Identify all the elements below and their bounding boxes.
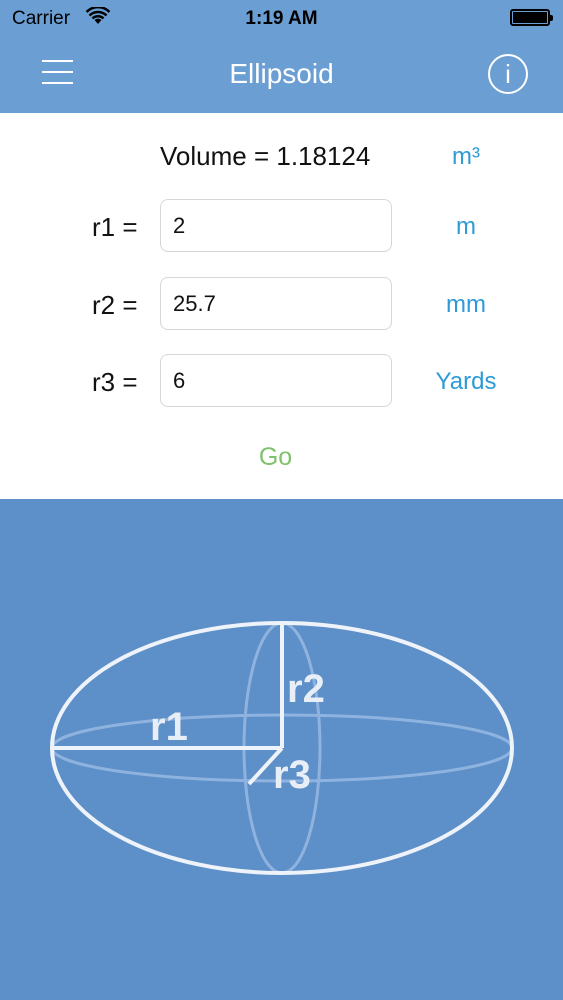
status-time: 1:19 AM bbox=[245, 8, 318, 29]
r3-input[interactable] bbox=[160, 354, 392, 407]
r3-unit-selector[interactable]: Yards bbox=[396, 368, 536, 396]
ellipsoid-illustration: r1 r2 r3 bbox=[50, 621, 514, 875]
r2-diagram-label: r2 bbox=[287, 667, 325, 711]
info-circle-icon[interactable]: i bbox=[488, 54, 528, 94]
volume-result: Volume = 1.18124 bbox=[160, 141, 371, 171]
r3-label: r3 = bbox=[92, 367, 138, 397]
r1-unit-selector[interactable]: m bbox=[396, 213, 536, 241]
r2-label: r2 = bbox=[92, 290, 138, 320]
battery-icon bbox=[510, 9, 553, 26]
status-bar: Carrier 1:19 AM bbox=[0, 0, 563, 38]
ellipsoid-diagram: r1 r2 r3 bbox=[0, 499, 563, 1000]
navigation-bar: Carrier 1:19 AM Ellipsoid i bbox=[0, 0, 563, 113]
volume-unit-selector[interactable]: m³ bbox=[396, 143, 536, 171]
r3-diagram-label: r3 bbox=[273, 753, 311, 797]
r1-label: r1 = bbox=[92, 212, 138, 242]
go-button[interactable]: Go bbox=[0, 443, 551, 472]
r1-diagram-label: r1 bbox=[150, 705, 188, 749]
r1-input[interactable] bbox=[160, 199, 392, 252]
page-title: Ellipsoid bbox=[229, 58, 334, 89]
calculator-form: Volume = 1.18124 m³ r1 = m r2 = mm r3 = … bbox=[0, 113, 563, 499]
r2-unit-selector[interactable]: mm bbox=[396, 291, 536, 319]
r2-input[interactable] bbox=[160, 277, 392, 330]
